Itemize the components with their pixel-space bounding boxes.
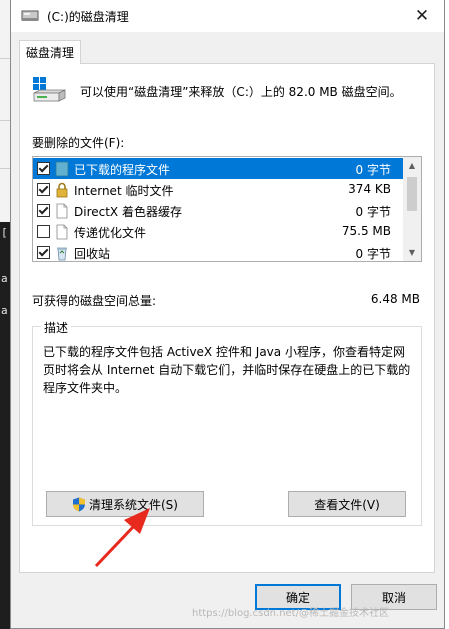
intro-text: 可以使用“磁盘清理”来释放（C:）上的 82.0 MB 磁盘空间。 bbox=[80, 85, 402, 99]
file-size: 75.5 MB bbox=[341, 224, 391, 238]
file-row[interactable]: 传递优化文件 75.5 MB bbox=[33, 221, 403, 242]
files-to-delete-label: 要删除的文件(F): bbox=[32, 136, 125, 150]
total-space-label: 可获得的磁盘空间总量: bbox=[32, 294, 157, 308]
watermark-text: https://blog.csdn.net/@稀土掘金技术社区 bbox=[192, 608, 389, 619]
folder-icon bbox=[55, 161, 69, 177]
scroll-up-arrow-icon[interactable]: ▲ bbox=[403, 157, 421, 174]
lock-icon bbox=[56, 182, 68, 198]
file-size: 374 KB bbox=[348, 182, 391, 196]
tab-panel: 可以使用“磁盘清理”来释放（C:）上的 82.0 MB 磁盘空间。 要删除的文件… bbox=[19, 63, 435, 573]
close-icon: ✕ bbox=[414, 6, 430, 26]
file-size: 0 字节 bbox=[355, 163, 391, 177]
uac-shield-icon bbox=[73, 497, 85, 511]
file-row[interactable]: DirectX 着色器缓存 0 字节 bbox=[33, 200, 403, 221]
scroll-thumb[interactable] bbox=[407, 177, 417, 211]
list-scrollbar[interactable]: ▲ ▼ bbox=[403, 157, 421, 261]
drive-icon bbox=[33, 77, 66, 102]
view-files-button[interactable]: 查看文件(V) bbox=[288, 491, 406, 517]
file-checkbox[interactable] bbox=[37, 225, 50, 238]
file-row[interactable]: 已下载的程序文件 0 字节 bbox=[33, 158, 403, 179]
file-name: 传递优化文件 bbox=[74, 226, 147, 240]
file-checkbox[interactable] bbox=[37, 162, 50, 175]
file-row[interactable]: Internet 临时文件 374 KB bbox=[33, 179, 403, 200]
clean-system-files-button[interactable]: 清理系统文件(S) bbox=[46, 491, 204, 517]
window-title: (C:)的磁盘清理 bbox=[47, 10, 129, 24]
description-legend: 描述 bbox=[41, 319, 72, 336]
document-icon bbox=[56, 203, 68, 219]
file-checkbox[interactable] bbox=[37, 204, 50, 217]
document-icon bbox=[56, 224, 68, 240]
tab-label: 磁盘清理 bbox=[25, 46, 74, 60]
tab-disk-cleanup[interactable]: 磁盘清理 bbox=[19, 40, 81, 64]
file-row[interactable]: 回收站 0 字节 bbox=[33, 242, 403, 261]
cancel-label: 取消 bbox=[381, 590, 406, 605]
clean-system-files-label: 清理系统文件(S) bbox=[89, 497, 178, 512]
files-listbox[interactable]: 已下载的程序文件 0 字节 Internet 临时文件 374 KB Direc… bbox=[32, 156, 422, 262]
file-checkbox[interactable] bbox=[37, 246, 50, 259]
file-name: 回收站 bbox=[74, 247, 111, 261]
file-size: 0 字节 bbox=[355, 205, 391, 219]
scroll-down-arrow-icon[interactable]: ▼ bbox=[403, 244, 421, 261]
title-bar: (C:)的磁盘清理 ✕ bbox=[11, 0, 444, 32]
file-name: 已下载的程序文件 bbox=[74, 163, 171, 177]
close-button[interactable]: ✕ bbox=[400, 0, 444, 32]
disk-cleanup-window: (C:)的磁盘清理 ✕ 磁盘清理 可以使用“磁盘清理”来释放（C:）上的 82.… bbox=[10, 0, 445, 629]
ok-label: 确定 bbox=[285, 590, 310, 605]
view-files-label: 查看文件(V) bbox=[314, 497, 380, 512]
file-name: Internet 临时文件 bbox=[74, 184, 174, 198]
file-checkbox[interactable] bbox=[37, 183, 50, 196]
disk-cleanup-icon bbox=[21, 10, 39, 21]
file-size: 0 字节 bbox=[355, 247, 391, 261]
description-text: 已下载的程序文件包括 ActiveX 控件和 Java 小程序，你查看特定网页时… bbox=[43, 345, 411, 395]
total-space-value: 6.48 MB bbox=[370, 292, 420, 306]
recycle-bin-icon bbox=[57, 247, 67, 261]
file-name: DirectX 着色器缓存 bbox=[74, 205, 182, 219]
